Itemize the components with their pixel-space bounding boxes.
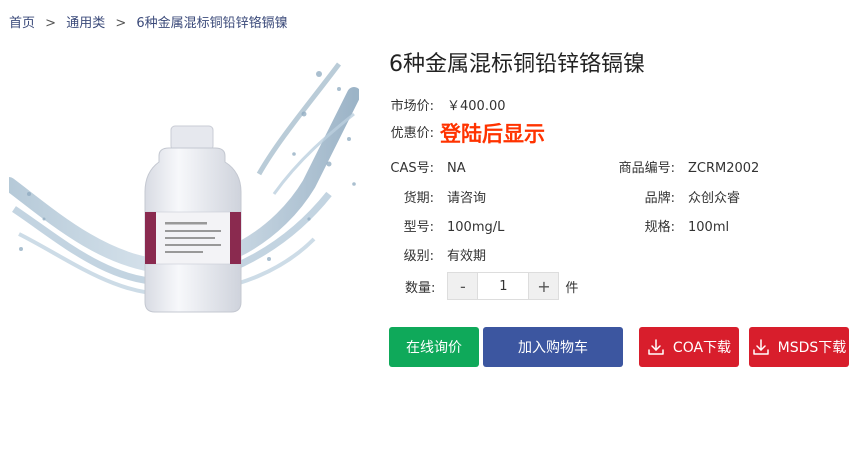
delivery-value: 请咨询 <box>447 191 487 206</box>
model-label: 型号: <box>403 220 434 235</box>
quantity-decrease-button[interactable]: - <box>448 273 478 299</box>
product-code-row: 商品编号: ZCRM2002 <box>607 157 760 176</box>
breadcrumb-category-link[interactable]: 通用类 <box>66 16 105 31</box>
brand-label: 品牌: <box>644 191 675 206</box>
promo-price-row: 优惠价: 登陆后显示 <box>389 118 545 148</box>
promo-price-label: 优惠价: <box>390 125 434 141</box>
spec-label: 规格: <box>644 220 675 235</box>
breadcrumb-separator: > <box>45 16 57 31</box>
spec-value: 100ml <box>688 220 730 235</box>
grade-value: 有效期 <box>447 249 487 264</box>
msds-download-button[interactable]: MSDS下载 <box>749 327 849 367</box>
breadcrumb-current-link[interactable]: 6种金属混标铜铅锌铬镉镍 <box>136 16 287 31</box>
coa-download-button[interactable]: COA下载 <box>639 327 739 367</box>
quantity-increase-button[interactable]: + <box>529 273 559 299</box>
online-inquiry-label: 在线询价 <box>406 340 462 356</box>
grade-row: 级别: 有效期 <box>389 245 486 264</box>
quantity-unit: 件 <box>565 280 579 296</box>
breadcrumb-separator: > <box>115 16 127 31</box>
add-to-cart-label: 加入购物车 <box>518 340 588 356</box>
product-code-value: ZCRM2002 <box>688 161 760 176</box>
model-row: 型号: 100mg/L <box>389 216 505 235</box>
coa-download-label: COA下载 <box>672 340 732 356</box>
cas-value: NA <box>447 161 466 176</box>
breadcrumb-home-link[interactable]: 首页 <box>9 16 35 31</box>
brand-value: 众创众睿 <box>688 191 741 206</box>
cas-label: CAS号: <box>390 161 434 176</box>
online-inquiry-button[interactable]: 在线询价 <box>389 327 479 367</box>
msds-download-label: MSDS下载 <box>777 340 847 356</box>
quantity-label: 数量: <box>405 280 436 296</box>
quantity-input[interactable] <box>477 273 530 299</box>
product-title: 6种金属混标铜铅锌铬镉镍 <box>389 52 645 77</box>
cas-row: CAS号: NA <box>389 157 466 176</box>
model-value: 100mg/L <box>447 220 505 235</box>
quantity-stepper-row: 数量: - + 件 <box>405 272 578 300</box>
market-price-row: 市场价: ￥400.00 <box>389 95 506 114</box>
product-image <box>9 62 359 313</box>
add-to-cart-button[interactable]: 加入购物车 <box>483 327 623 367</box>
grade-label: 级别: <box>403 249 434 264</box>
download-icon <box>752 339 769 355</box>
download-icon <box>648 339 664 355</box>
breadcrumb: 首页 > 通用类 > 6种金属混标铜铅锌铬镉镍 <box>9 12 288 31</box>
spec-row: 规格: 100ml <box>607 216 729 235</box>
market-price-label: 市场价: <box>390 99 434 114</box>
brand-row: 品牌: 众创众睿 <box>607 187 740 206</box>
promo-price-value[interactable]: 登陆后显示 <box>440 122 545 146</box>
product-code-label: 商品编号: <box>618 161 675 176</box>
delivery-row: 货期: 请咨询 <box>389 187 486 206</box>
market-price-value: ￥400.00 <box>447 99 506 114</box>
delivery-label: 货期: <box>403 191 434 206</box>
quantity-stepper: - + <box>447 272 560 300</box>
